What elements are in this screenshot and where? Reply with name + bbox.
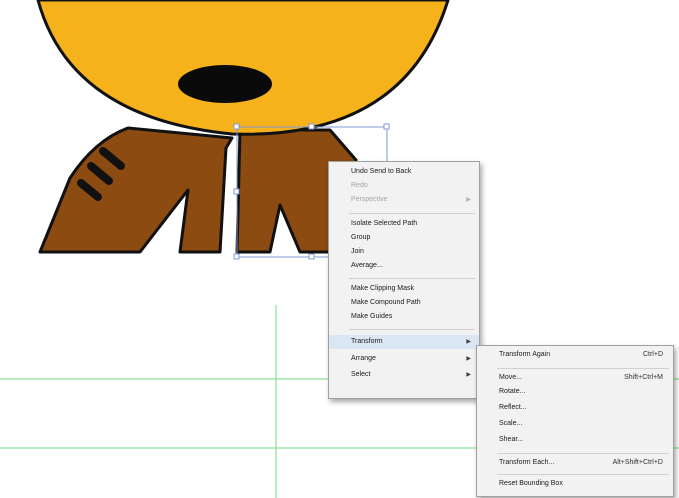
menu-item-label: Transform Each... <box>499 459 555 466</box>
menu-item-join[interactable]: Join <box>329 245 479 259</box>
menu-item-transform-each[interactable]: Transform Each... Alt+Shift+Ctrl+D <box>477 456 673 470</box>
menu-item-label: Isolate Selected Path <box>351 220 418 227</box>
context-menu: Undo Send to Back Redo Perspective ▶ Isol… <box>328 161 480 399</box>
menu-item-label: Transform Again <box>499 351 551 358</box>
menu-item-label: Reflect... <box>499 404 527 411</box>
menu-separator <box>497 368 669 369</box>
menu-item-label: Join <box>351 248 364 255</box>
menu-item-clipping-mask[interactable]: Make Clipping Mask <box>329 282 479 296</box>
submenu-arrow-icon: ▶ <box>466 197 471 203</box>
menu-item-make-guides[interactable]: Make Guides <box>329 310 479 324</box>
shortcut-label: Alt+Shift+Ctrl+D <box>612 459 663 466</box>
menu-item-label: Select <box>351 371 371 378</box>
menu-item-move[interactable]: Move... Shift+Ctrl+M <box>477 371 673 385</box>
submenu-arrow-icon: ▶ <box>466 356 471 362</box>
menu-item-group[interactable]: Group <box>329 231 479 245</box>
menu-item-isolate[interactable]: Isolate Selected Path <box>329 217 479 231</box>
transform-submenu: Transform Again Ctrl+D Move... Shift+Ctrl+… <box>476 345 674 497</box>
menu-item-label: Perspective <box>351 196 388 203</box>
menu-item-transform-again[interactable]: Transform Again Ctrl+D <box>477 348 673 362</box>
menu-item-select[interactable]: Select ▶ <box>329 368 479 382</box>
menu-item-undo[interactable]: Undo Send to Back <box>329 165 479 179</box>
menu-item-perspective[interactable]: Perspective ▶ <box>329 193 479 207</box>
menu-item-label: Undo Send to Back <box>351 168 412 175</box>
menu-item-label: Redo <box>351 182 368 189</box>
menu-separator <box>349 329 475 330</box>
menu-item-label: Arrange <box>351 355 376 362</box>
submenu-arrow-icon: ▶ <box>466 339 471 345</box>
submenu-arrow-icon: ▶ <box>466 372 471 378</box>
nose-shape[interactable] <box>178 65 272 103</box>
menu-item-transform[interactable]: Transform ▶ <box>329 335 479 349</box>
shortcut-label: Shift+Ctrl+M <box>624 374 663 381</box>
left-leg-shape[interactable] <box>38 126 234 254</box>
shortcut-label: Ctrl+D <box>642 351 663 358</box>
menu-item-rotate[interactable]: Rotate... <box>477 385 673 399</box>
menu-item-label: Move... <box>499 374 522 381</box>
menu-item-label: Average... <box>351 262 383 269</box>
menu-separator <box>497 474 669 475</box>
menu-item-label: Shear... <box>499 436 524 443</box>
menu-item-average[interactable]: Average... <box>329 259 479 273</box>
menu-item-redo[interactable]: Redo <box>329 179 479 193</box>
menu-separator <box>349 278 475 279</box>
menu-item-reflect[interactable]: Reflect... <box>477 401 673 415</box>
menu-item-label: Transform <box>351 338 383 345</box>
menu-item-compound-path[interactable]: Make Compound Path <box>329 296 479 310</box>
menu-item-label: Rotate... <box>499 388 526 395</box>
menu-item-label: Make Clipping Mask <box>351 285 415 292</box>
menu-item-label: Make Compound Path <box>351 299 421 306</box>
menu-item-arrange[interactable]: Arrange ▶ <box>329 352 479 366</box>
menu-item-label: Group <box>351 234 371 241</box>
menu-separator <box>349 213 475 214</box>
menu-item-label: Reset Bounding Box <box>499 480 563 487</box>
menu-item-scale[interactable]: Scale... <box>477 417 673 431</box>
menu-item-label: Scale... <box>499 420 523 427</box>
menu-separator <box>497 453 669 454</box>
menu-item-label: Make Guides <box>351 313 393 320</box>
menu-item-reset-bounding-box[interactable]: Reset Bounding Box <box>477 477 673 491</box>
menu-item-shear[interactable]: Shear... <box>477 433 673 447</box>
